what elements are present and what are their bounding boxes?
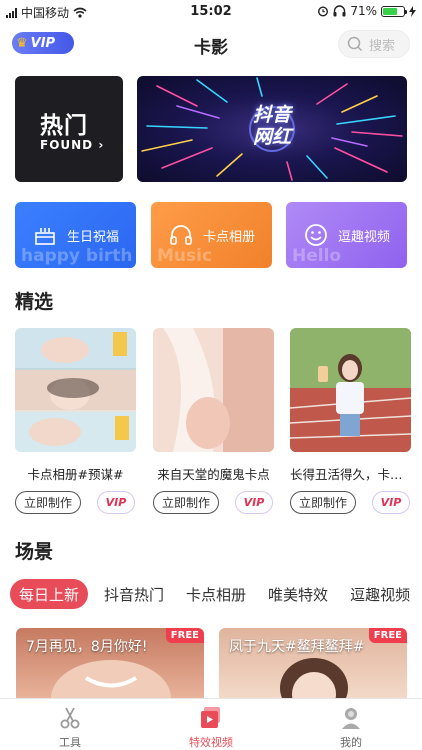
- tab-bar-effects-video[interactable]: 特效视频: [166, 705, 256, 750]
- tab-daily-new[interactable]: 每日上新: [10, 579, 89, 609]
- vip-badge-3: VIP: [372, 491, 410, 514]
- status-bar: 中国移动 15:02 71%: [0, 0, 422, 22]
- search-input[interactable]: 搜索: [338, 30, 410, 58]
- hot-banner-subtitle: FOUND ›: [40, 138, 105, 152]
- scene-tabs: 每日上新 抖音热门 卡点相册 唯美特效 逗趣视频: [10, 579, 416, 609]
- charging-icon: [409, 5, 416, 17]
- featured-thumbnail-2[interactable]: [153, 328, 274, 452]
- tab-bar-effects-video-label: 特效视频: [189, 736, 233, 749]
- category-birthday-watermark: happy birth: [21, 246, 133, 266]
- tab-bar-mine[interactable]: 我的: [306, 705, 396, 750]
- tab-bar-tools[interactable]: 工具: [25, 705, 115, 750]
- headphones-icon: [170, 225, 192, 245]
- search-icon: [347, 36, 363, 52]
- make-now-button-1[interactable]: 立即制作: [15, 491, 81, 514]
- category-beat-album-label: 卡点相册: [203, 229, 256, 245]
- free-badge-1: FREE: [165, 628, 204, 643]
- bottom-tab-bar: 工具 特效视频 我的: [0, 698, 422, 750]
- featured-thumbnail-3[interactable]: [290, 328, 411, 452]
- headphone-status-icon: [333, 5, 346, 17]
- scissors-icon: [60, 707, 80, 729]
- search-placeholder: 搜索: [369, 38, 396, 54]
- category-funny-video[interactable]: 逗趣视频 Hello: [286, 202, 407, 268]
- category-funny-video-watermark: Hello: [292, 246, 342, 266]
- tab-beat-album[interactable]: 卡点相册: [180, 579, 252, 609]
- scene-card-2-caption: 凤于九天#鳌拜鳌拜#: [229, 639, 365, 655]
- featured-thumbnail-1[interactable]: [15, 328, 136, 452]
- featured-section-title: 精选: [15, 291, 54, 313]
- status-right: 71%: [317, 4, 416, 18]
- scenes-section-title: 场景: [15, 541, 54, 563]
- featured-name-2: 来自天堂的魔鬼卡点: [157, 467, 270, 482]
- vip-badge-2: VIP: [235, 491, 273, 514]
- tab-bar-tools-label: 工具: [59, 736, 81, 749]
- category-beat-album[interactable]: 卡点相册 Music: [151, 202, 272, 268]
- featured-photo-1: [15, 328, 136, 452]
- category-birthday[interactable]: 生日祝福 happy birth: [15, 202, 136, 268]
- hot-banner[interactable]: 热门 FOUND ›: [15, 76, 123, 182]
- douyin-star-banner-title: 抖音 网红: [252, 104, 291, 148]
- featured-name-3: 长得丑活得久，卡点...: [290, 467, 411, 482]
- scene-card-2[interactable]: 凤于九天#鳌拜鳌拜# FREE: [219, 628, 407, 698]
- tab-douyin-hot[interactable]: 抖音热门: [98, 579, 170, 609]
- category-birthday-label: 生日祝福: [67, 229, 120, 245]
- featured-name-1: 卡点相册#预谋#: [27, 467, 124, 482]
- category-beat-album-watermark: Music: [157, 246, 213, 266]
- nav-bar: ♛ VIP 卡影 搜索: [0, 24, 422, 62]
- smiley-icon: [305, 224, 327, 246]
- featured-photo-2: [153, 328, 274, 452]
- battery-icon: [381, 5, 407, 17]
- alarm-icon: [318, 6, 329, 17]
- birthday-cake-icon: [35, 228, 55, 245]
- vip-badge-1: VIP: [97, 491, 135, 514]
- tab-funny-video[interactable]: 逗趣视频: [344, 579, 416, 609]
- tab-bar-mine-label: 我的: [340, 736, 362, 749]
- scene-card-1[interactable]: 7月再见，8月你好! FREE: [16, 628, 204, 698]
- make-now-button-3[interactable]: 立即制作: [290, 491, 356, 514]
- tab-aesthetic-effects[interactable]: 唯美特效: [262, 579, 334, 609]
- category-funny-video-label: 逗趣视频: [338, 229, 391, 245]
- free-badge-2: FREE: [368, 628, 407, 643]
- douyin-star-banner[interactable]: 抖音 网红: [137, 76, 407, 182]
- battery-percent: 71%: [350, 4, 377, 18]
- make-now-button-2[interactable]: 立即制作: [153, 491, 219, 514]
- video-play-icon: [201, 707, 220, 728]
- profile-icon: [342, 708, 360, 729]
- hot-banner-title: 热门: [40, 113, 88, 139]
- scene-card-1-caption: 7月再见，8月你好!: [26, 639, 148, 655]
- featured-photo-3: [290, 328, 411, 452]
